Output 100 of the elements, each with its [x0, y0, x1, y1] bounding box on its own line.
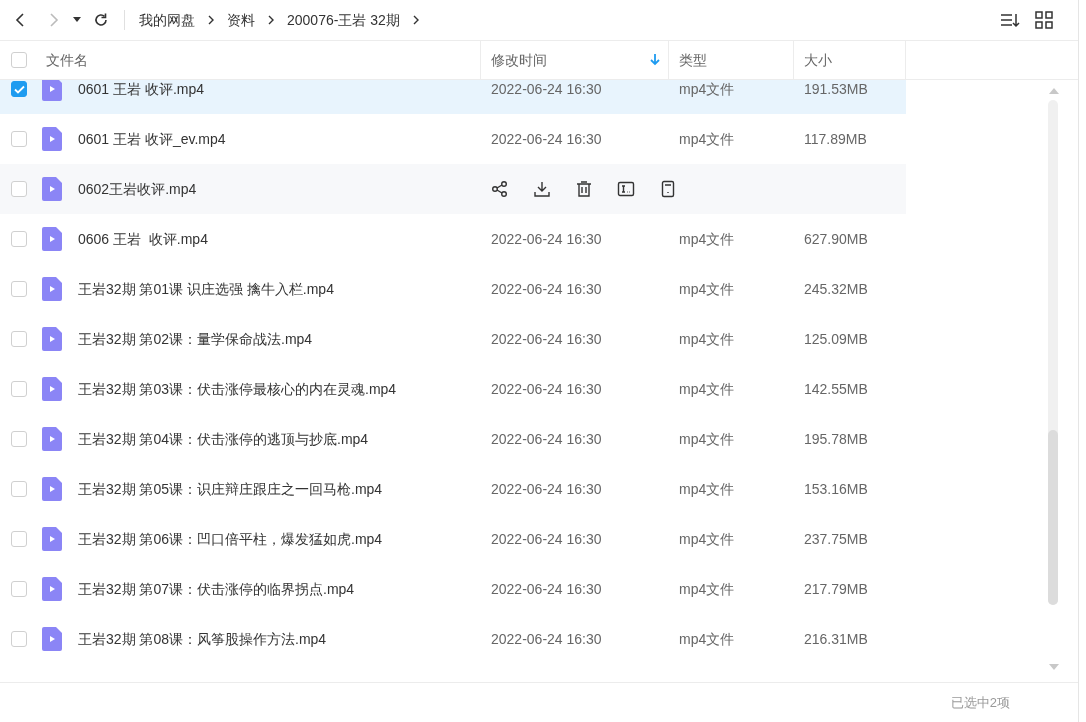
file-size: 125.09MB: [803, 329, 869, 349]
modified-time: 2022-06-24 16:30: [490, 279, 603, 299]
checkbox[interactable]: [11, 181, 27, 197]
file-name[interactable]: 王岩32期 第07课：伏击涨停的临界拐点.mp4: [78, 578, 355, 600]
modified-time: 2022-06-24 16:30: [490, 579, 603, 599]
file-type: mp4文件: [678, 329, 736, 349]
scroll-up-icon[interactable]: [1049, 88, 1059, 94]
file-size: 191.53MB: [803, 80, 869, 99]
file-row[interactable]: 王岩32期 第03课：伏击涨停最核心的内在灵魂.mp4 2022-06-24 16:30 mp4文件 142.55MB: [0, 364, 906, 414]
refresh-icon[interactable]: [92, 11, 110, 29]
file-info-icon[interactable]: [659, 180, 677, 198]
checkbox[interactable]: [11, 331, 27, 347]
breadcrumb-link[interactable]: 我的网盘: [139, 9, 195, 31]
modified-time: 2022-06-24 16:30: [490, 379, 603, 399]
file-type: mp4文件: [678, 129, 736, 149]
checkbox[interactable]: [11, 231, 27, 247]
file-row[interactable]: 王岩32期 第01课 识庄选强 擒牛入栏.mp4 2022-06-24 16:30 mp4文件 245.32MB: [0, 264, 906, 314]
checkbox[interactable]: [11, 631, 27, 647]
column-header[interactable]: 文件名: [46, 49, 88, 71]
modified-time: 2022-06-24 16:30: [490, 229, 603, 249]
file-size: 117.89MB: [803, 129, 868, 149]
file-type: mp4文件: [678, 80, 736, 99]
file-type: mp4文件: [678, 279, 736, 299]
file-type: mp4文件: [678, 229, 736, 249]
file-row[interactable]: 王岩32期 第02课：量学保命战法.mp4 2022-06-24 16:30 mp4文件 125.09MB: [0, 314, 906, 364]
file-size: 237.75MB: [803, 529, 869, 549]
file-row[interactable]: 王岩32期 第08课：风筝股操作方法.mp4 2022-06-24 16:30 mp4文件 216.31MB: [0, 614, 906, 664]
select-all-checkbox[interactable]: [11, 52, 27, 68]
video-file-icon: [42, 577, 62, 601]
modified-time: 2022-06-24 16:30: [490, 329, 603, 349]
forward-icon[interactable]: [48, 12, 60, 28]
video-file-icon: [42, 177, 62, 201]
file-size: 217.79MB: [803, 579, 869, 599]
video-file-icon: [42, 627, 62, 651]
checkbox[interactable]: [11, 81, 27, 97]
file-name[interactable]: 0601 王岩 收评_ev.mp4: [78, 128, 226, 150]
file-type: mp4文件: [678, 429, 736, 449]
file-type: mp4文件: [678, 379, 736, 399]
file-type: mp4文件: [678, 479, 736, 499]
checkbox[interactable]: [11, 481, 27, 497]
file-row[interactable]: 王岩32期 第05课：识庄辩庄跟庄之一回马枪.mp4 2022-06-24 16:30 mp4文件 153.16MB: [0, 464, 906, 514]
file-size: 245.32MB: [803, 279, 869, 299]
delete-icon[interactable]: [575, 180, 593, 198]
file-row[interactable]: 王岩32期 第06课：凹口倍平柱，爆发猛如虎.mp4 2022-06-24 16:30 mp4文件 237.75MB: [0, 514, 906, 564]
modified-time: 2022-06-24 16:30: [490, 529, 603, 549]
checkbox[interactable]: [11, 281, 27, 297]
video-file-icon: [42, 377, 62, 401]
modified-time: 2022-06-24 16:30: [490, 629, 603, 649]
download-icon[interactable]: [533, 180, 551, 198]
file-name[interactable]: 王岩32期 第05课：识庄辩庄跟庄之一回马枪.mp4: [78, 478, 383, 500]
file-name[interactable]: 王岩32期 第03课：伏击涨停最核心的内在灵魂.mp4: [78, 378, 397, 400]
scrollbar-thumb[interactable]: [1048, 430, 1058, 605]
file-name[interactable]: 王岩32期 第02课：量学保命战法.mp4: [78, 328, 313, 350]
share-icon[interactable]: [491, 180, 509, 198]
file-type: mp4文件: [678, 579, 736, 599]
rename-icon[interactable]: [617, 180, 635, 198]
video-file-icon: [42, 277, 62, 301]
file-name[interactable]: 0601 王岩 收评.mp4: [78, 80, 205, 100]
breadcrumb-link[interactable]: 200076-王岩 32期: [287, 9, 400, 31]
file-size: 627.90MB: [803, 229, 869, 249]
back-icon[interactable]: [14, 12, 26, 28]
file-type: mp4文件: [678, 529, 736, 549]
checkbox[interactable]: [11, 131, 27, 147]
video-file-icon: [42, 477, 62, 501]
video-file-icon: [42, 327, 62, 351]
file-row[interactable]: 0601 王岩 收评_ev.mp4 2022-06-24 16:30 mp4文件 117.89MB: [0, 114, 906, 164]
file-size: 142.55MB: [803, 379, 869, 399]
video-file-icon: [42, 427, 62, 451]
selection-count: 已选中2项: [950, 693, 1010, 712]
video-file-icon: [42, 80, 62, 101]
modified-time: 2022-06-24 16:30: [490, 80, 603, 99]
file-name[interactable]: 0602王岩收评.mp4: [78, 178, 197, 200]
video-file-icon: [42, 227, 62, 251]
file-row[interactable]: 王岩32期 第07课：伏击涨停的临界拐点.mp4 2022-06-24 16:30 mp4文件 217.79MB: [0, 564, 906, 614]
file-name[interactable]: 王岩32期 第04课：伏击涨停的逃顶与抄底.mp4: [78, 428, 369, 450]
file-row[interactable]: 王岩32期 第04课：伏击涨停的逃顶与抄底.mp4 2022-06-24 16:30 mp4文件 195.78MB: [0, 414, 906, 464]
file-row[interactable]: 0602王岩收评.mp4: [0, 164, 906, 214]
file-size: 153.16MB: [803, 479, 869, 499]
file-size: 195.78MB: [803, 429, 869, 449]
file-name[interactable]: 0606 王岩 收评.mp4: [78, 228, 208, 250]
column-header[interactable]: 修改时间: [491, 49, 547, 71]
sort-descending-icon[interactable]: [650, 54, 660, 66]
modified-time: 2022-06-24 16:30: [490, 479, 603, 499]
file-name[interactable]: 王岩32期 第08课：风筝股操作方法.mp4: [78, 628, 327, 650]
file-row[interactable]: 0606 王岩 收评.mp4 2022-06-24 16:30 mp4文件 627.90MB: [0, 214, 906, 264]
scroll-down-icon[interactable]: [1049, 664, 1059, 670]
checkbox[interactable]: [11, 581, 27, 597]
checkbox[interactable]: [11, 431, 27, 447]
chevron-icon: [411, 15, 420, 25]
checkbox[interactable]: [11, 531, 27, 547]
file-name[interactable]: 王岩32期 第01课 识庄选强 擒牛入栏.mp4: [78, 278, 334, 300]
grid-view-icon[interactable]: [1034, 10, 1054, 30]
chevron-icon: [207, 15, 215, 25]
file-row[interactable]: 0601 王岩 收评.mp4 2022-06-24 16:30 mp4文件 191.53MB: [0, 80, 906, 114]
column-header[interactable]: 类型: [679, 49, 707, 71]
checkbox[interactable]: [11, 381, 27, 397]
column-header[interactable]: 大小: [804, 49, 832, 71]
file-name[interactable]: 王岩32期 第06课：凹口倍平柱，爆发猛如虎.mp4: [78, 528, 383, 550]
breadcrumb-link[interactable]: 资料: [227, 9, 255, 31]
video-file-icon: [42, 127, 62, 151]
